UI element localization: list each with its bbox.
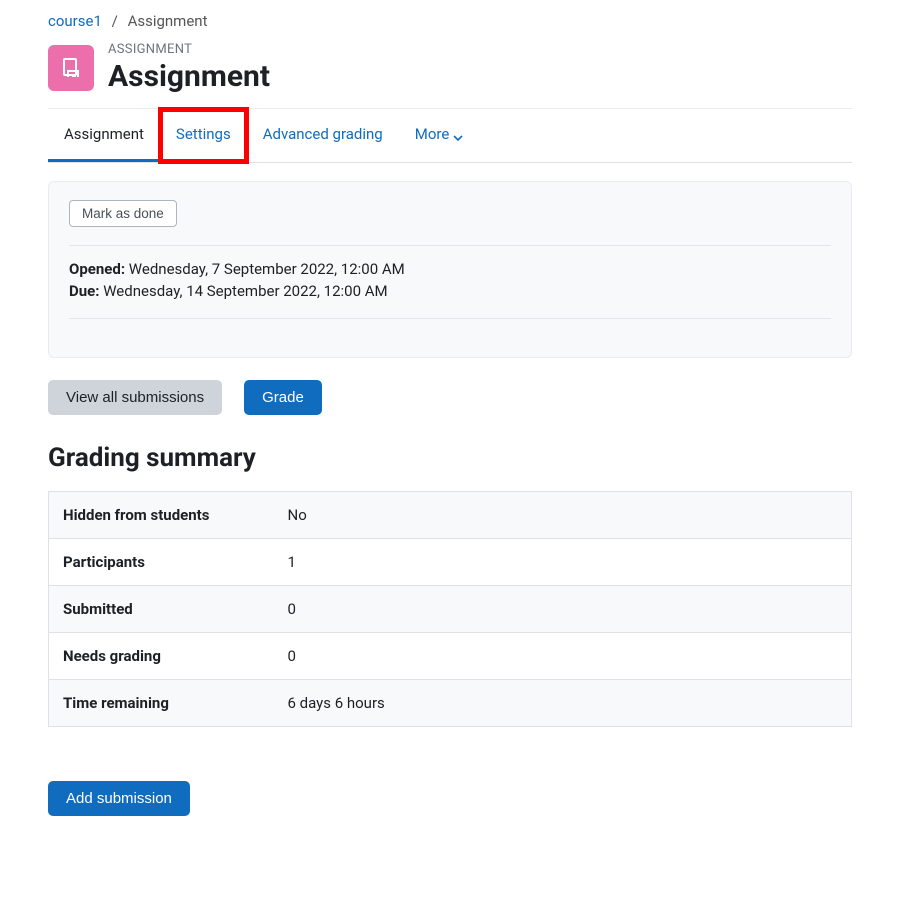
activity-kind-label: ASSIGNMENT bbox=[108, 42, 270, 57]
grading-summary-heading: Grading summary bbox=[48, 443, 852, 473]
tab-assignment[interactable]: Assignment bbox=[48, 109, 160, 162]
summary-row-value: No bbox=[274, 492, 852, 539]
assignment-info-card: Mark as done Opened: Wednesday, 7 Septem… bbox=[48, 181, 852, 358]
opened-value: Wednesday, 7 September 2022, 12:00 AM bbox=[129, 260, 405, 278]
page-header: ASSIGNMENT Assignment bbox=[48, 42, 852, 109]
opened-label: Opened: bbox=[69, 260, 125, 278]
table-row: Time remaining6 days 6 hours bbox=[49, 680, 852, 727]
breadcrumb: course1 / Assignment bbox=[48, 12, 852, 30]
divider bbox=[69, 245, 831, 246]
divider bbox=[69, 318, 831, 319]
summary-row-label: Time remaining bbox=[49, 680, 274, 727]
summary-row-label: Needs grading bbox=[49, 633, 274, 680]
table-row: Participants1 bbox=[49, 539, 852, 586]
summary-row-label: Submitted bbox=[49, 586, 274, 633]
add-submission-button[interactable]: Add submission bbox=[48, 781, 190, 816]
tab-more-label: More bbox=[415, 125, 450, 143]
grade-button[interactable]: Grade bbox=[244, 380, 322, 415]
table-row: Needs grading0 bbox=[49, 633, 852, 680]
table-row: Submitted0 bbox=[49, 586, 852, 633]
page-title: Assignment bbox=[108, 59, 270, 94]
breadcrumb-parent[interactable]: course1 bbox=[48, 12, 102, 30]
due-label: Due: bbox=[69, 282, 99, 300]
chevron-down-icon bbox=[453, 129, 463, 139]
opened-line: Opened: Wednesday, 7 September 2022, 12:… bbox=[69, 260, 831, 278]
summary-row-label: Hidden from students bbox=[49, 492, 274, 539]
view-all-submissions-button[interactable]: View all submissions bbox=[48, 380, 222, 415]
mark-as-done-button[interactable]: Mark as done bbox=[69, 200, 177, 227]
tab-advanced-grading[interactable]: Advanced grading bbox=[247, 109, 399, 162]
breadcrumb-separator: / bbox=[112, 12, 118, 30]
summary-row-value: 0 bbox=[274, 633, 852, 680]
due-line: Due: Wednesday, 14 September 2022, 12:00… bbox=[69, 282, 831, 300]
tab-more[interactable]: More bbox=[399, 109, 480, 162]
table-row: Hidden from studentsNo bbox=[49, 492, 852, 539]
due-value: Wednesday, 14 September 2022, 12:00 AM bbox=[103, 282, 387, 300]
grading-summary-table: Hidden from studentsNoParticipants1Submi… bbox=[48, 491, 852, 727]
summary-row-value: 1 bbox=[274, 539, 852, 586]
summary-row-value: 0 bbox=[274, 586, 852, 633]
assignment-icon bbox=[48, 45, 94, 91]
tab-bar: Assignment Settings Advanced grading Mor… bbox=[48, 109, 852, 163]
breadcrumb-current: Assignment bbox=[128, 12, 208, 30]
tab-settings[interactable]: Settings bbox=[160, 109, 247, 162]
summary-row-value: 6 days 6 hours bbox=[274, 680, 852, 727]
action-row: View all submissions Grade bbox=[48, 380, 852, 415]
summary-row-label: Participants bbox=[49, 539, 274, 586]
